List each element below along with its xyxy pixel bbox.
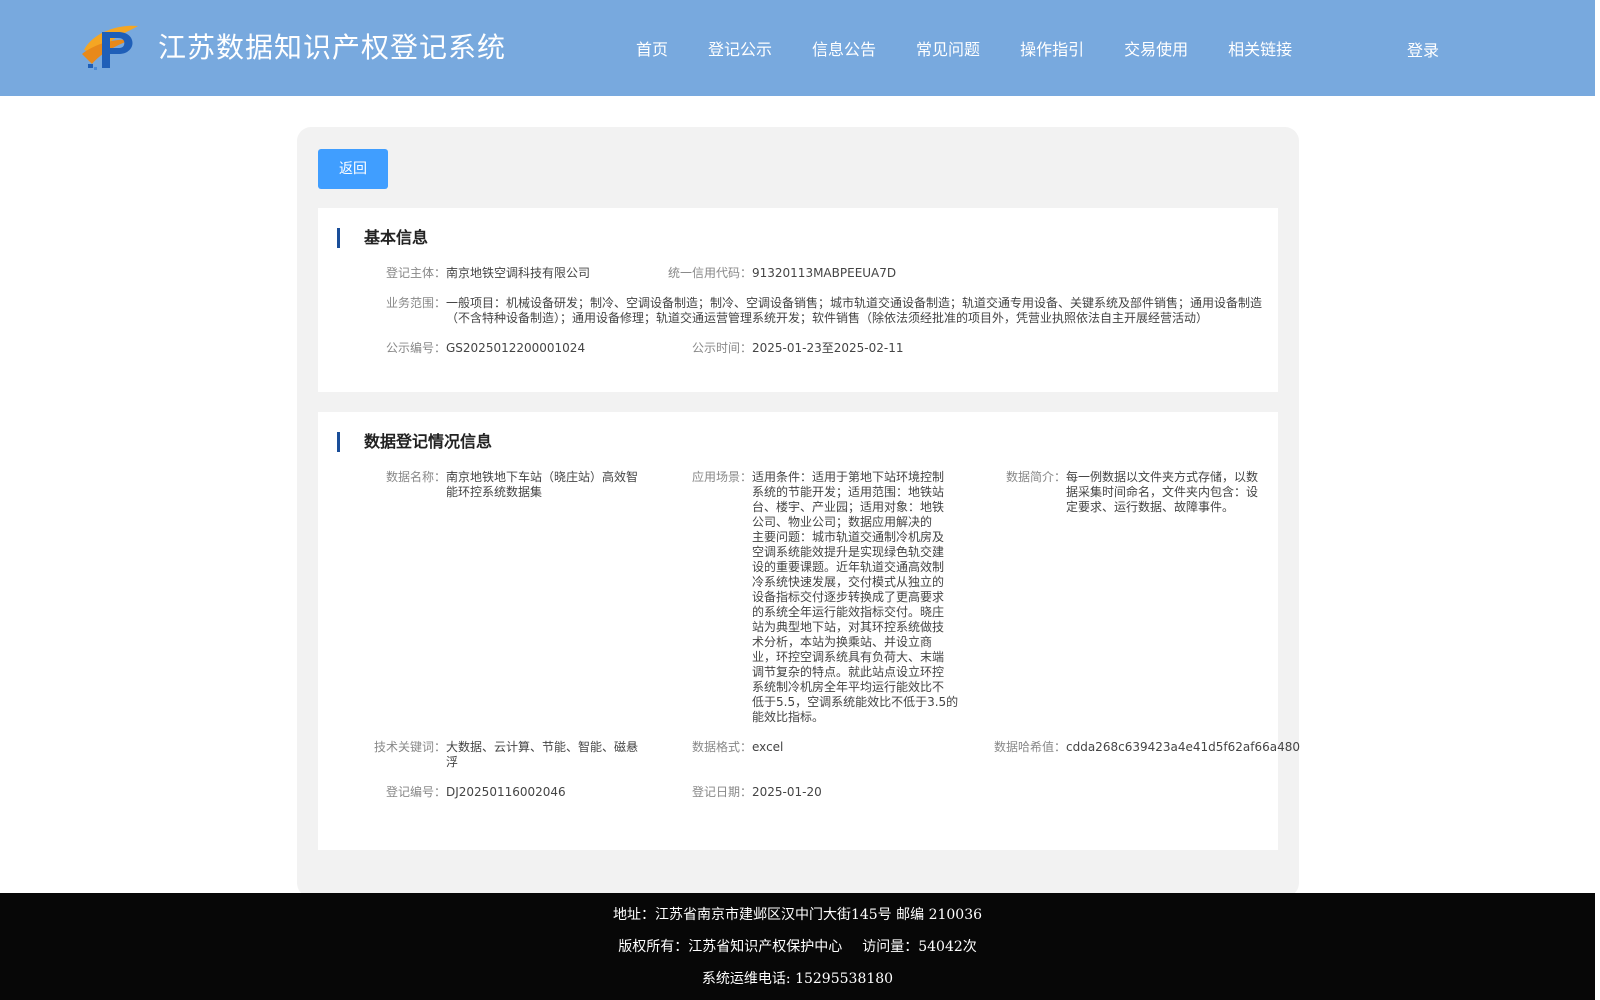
keywords-label: 技术关键词： (373, 740, 446, 754)
scene-line: 业，环控空调系统具有负荷大、末端 (752, 650, 945, 664)
hash-label: 数据哈希值： (993, 740, 1066, 754)
scene-line: 术分析，本站为换乘站、并设立商 (752, 635, 933, 649)
pub-time-value: 2025-01-23至2025-02-11 (752, 341, 904, 355)
format-value: excel (752, 740, 784, 754)
credit-code-value: 91320113MABPEEUA7D (752, 266, 897, 280)
nav-item-faq[interactable]: 常见问题 (916, 36, 980, 60)
pub-time-label: 公示时间： (691, 341, 752, 355)
scene-line: 站为典型地下站，对其环控系统做技 (752, 620, 945, 634)
scene-line: 的系统全年运行能效指标交付。晓庄 (752, 605, 945, 619)
scene-line: 公司、物业公司；数据应用解决的 (752, 515, 933, 529)
reg-date-label: 登记日期： (691, 785, 752, 799)
keywords-line: 大数据、云计算、节能、智能、磁悬 (446, 740, 639, 754)
reg-no-label: 登记编号： (385, 785, 446, 799)
scene-value: 适用条件：适用于第地下站环境控制 系统的节能开发；适用范围：地铁站 台、楼宇、产… (752, 470, 962, 725)
scene-line: 设的重要课题。近年轨道交通高效制 (752, 560, 945, 574)
intro-line: 据采集时间命名，文件夹内包含：设 (1066, 485, 1259, 499)
data-name-value: 南京地铁地下车站（晓庄站）高效智 能环控系统数据集 (446, 470, 646, 500)
scene-line: 空调系统能效提升是实现绿色轨交建 (752, 545, 945, 559)
subject-value: 南京地铁空调科技有限公司 (446, 266, 591, 280)
scene-line: 台、楼宇、产业园；适用对象：地铁 (752, 500, 945, 514)
footer-copyright: 版权所有：江苏省知识产权保护中心 (618, 939, 843, 955)
keywords-value: 大数据、云计算、节能、智能、磁悬 浮 (446, 740, 646, 770)
scope-value-line2: （不含特种设备制造）；通用设备修理；轨道交通运营管理系统开发；软件销售（除依法须… (446, 311, 1209, 325)
site-logo-icon[interactable] (80, 20, 140, 72)
nav-item-home[interactable]: 首页 (636, 36, 668, 60)
data-name-label: 数据名称： (385, 470, 446, 484)
basic-info-card: 基本信息 登记主体： 南京地铁空调科技有限公司 统一信用代码： 91320113… (318, 208, 1278, 392)
site-title[interactable]: 江苏数据知识产权登记系统 (158, 26, 506, 66)
scene-label: 应用场景： (691, 470, 752, 484)
footer-copyright-row: 版权所有：江苏省知识产权保护中心 访问量：54042次 (0, 936, 1595, 956)
scene-line: 系统制冷机房全年平均运行能效比不 (752, 680, 945, 694)
footer-address: 地址：江苏省南京市建邺区汉中门大街145号 邮编 210036 (612, 907, 983, 923)
keywords-line: 浮 (446, 755, 459, 769)
scene-line: 设备指标交付逐步转换成了更高要求 (752, 590, 945, 604)
nav-item-guide[interactable]: 操作指引 (1020, 36, 1084, 60)
pub-no-label: 公示编号： (385, 341, 446, 355)
scene-line: 低于5.5，空调系统能效比不低于3.5的 (752, 695, 959, 709)
intro-line: 定要求、运行数据、故障事件。 (1066, 500, 1235, 514)
top-header: 江苏数据知识产权登记系统 首页 登记公示 信息公告 常见问题 操作指引 交易使用… (0, 0, 1595, 96)
main-nav: 首页 登记公示 信息公告 常见问题 操作指引 交易使用 相关链接 (636, 36, 1292, 60)
intro-line: 每一例数据以文件夹方式存储，以数 (1066, 470, 1259, 484)
scene-line: 冷系统快速发展，交付模式从独立的 (752, 575, 945, 589)
nav-item-registration-notice[interactable]: 登记公示 (708, 36, 772, 60)
data-name-line: 南京地铁地下车站（晓庄站）高效智 (446, 470, 639, 484)
intro-label: 数据简介： (1005, 470, 1066, 484)
detail-panel: 返回 基本信息 登记主体： 南京地铁空调科技有限公司 统一信用代码： 91320… (297, 127, 1300, 897)
scene-line: 能效比指标。 (752, 710, 825, 724)
section-title-basic: 基本信息 (337, 228, 428, 248)
nav-item-announcements[interactable]: 信息公告 (812, 36, 876, 60)
section-title-data-registration: 数据登记情况信息 (337, 432, 492, 452)
scene-line: 适用条件：适用于第地下站环境控制 (752, 470, 945, 484)
subject-label: 登记主体： (385, 266, 446, 280)
scope-value-line1: 一般项目：机械设备研发；制冷、空调设备制造；制冷、空调设备销售；城市轨道交通设备… (446, 296, 1263, 310)
format-label: 数据格式： (691, 740, 752, 754)
scene-line: 系统的节能开发；适用范围：地铁站 (752, 485, 945, 499)
scene-line: 调节复杂的特点。就此站点设立环控 (752, 665, 945, 679)
hash-value: cdda268c639423a4e41d5f62af66a480 (1066, 740, 1300, 754)
scene-line: 主要问题：城市轨道交通制冷机房及 (752, 530, 945, 544)
reg-no-value: DJ20250116002046 (446, 785, 566, 799)
footer-visits: 访问量：54042次 (862, 939, 977, 955)
data-registration-card: 数据登记情况信息 数据名称： 南京地铁地下车站（晓庄站）高效智 能环控系统数据集… (318, 412, 1300, 850)
nav-item-links[interactable]: 相关链接 (1228, 36, 1292, 60)
nav-item-trading[interactable]: 交易使用 (1124, 36, 1188, 60)
scope-label: 业务范围： (385, 296, 446, 310)
back-button[interactable]: 返回 (318, 149, 388, 189)
reg-date-value: 2025-01-20 (752, 785, 822, 799)
data-name-line: 能环控系统数据集 (446, 485, 543, 499)
login-link[interactable]: 登录 (1407, 37, 1439, 61)
credit-code-label: 统一信用代码： (667, 266, 752, 280)
pub-no-value: GS2025012200001024 (446, 341, 586, 355)
intro-value: 每一例数据以文件夹方式存储，以数 据采集时间命名，文件夹内包含：设 定要求、运行… (1066, 470, 1266, 515)
footer-phone: 系统运维电话: 15295538180 (701, 971, 894, 987)
page-footer: 地址：江苏省南京市建邺区汉中门大街145号 邮编 210036 版权所有：江苏省… (0, 893, 1595, 1000)
